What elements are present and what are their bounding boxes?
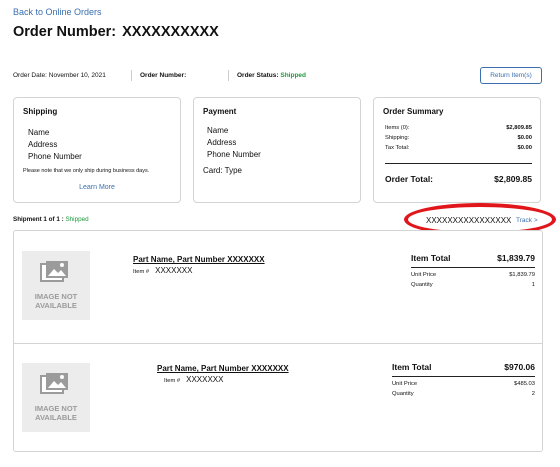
shipping-name: Name — [28, 128, 50, 137]
image-placeholder-icon — [40, 373, 68, 394]
order-number-label: Order Number: — [13, 24, 117, 40]
order-date: Order Date: November 10, 2021 — [13, 72, 123, 79]
payment-name: Name — [207, 126, 229, 135]
item-total-value: $970.06 — [504, 362, 535, 372]
shipment-box: IMAGE NOT AVAILABLE Part Name, Part Numb… — [13, 230, 543, 452]
payment-title: Payment — [203, 107, 237, 116]
order-summary-card: Order Summary Items (0): $2,809.85 Shipp… — [373, 97, 541, 203]
payment-card-type: Card: Type — [203, 166, 242, 175]
item-number-label: Item # — [133, 269, 150, 275]
meta-divider — [228, 70, 229, 81]
meta-divider — [131, 70, 132, 81]
shipping-card: Shipping Name Address Phone Number Pleas… — [13, 97, 181, 203]
card-type-value: Type — [224, 166, 242, 175]
item-number: Item # XXXXXXX — [133, 266, 192, 275]
summary-row-items: Items (0): $2,809.85 — [385, 125, 532, 131]
item-number: Item # XXXXXXX — [164, 375, 223, 384]
summary-row-tax: Tax Total: $0.00 — [385, 145, 532, 151]
image-caption-line: AVAILABLE — [35, 301, 77, 310]
quantity-label: Quantity — [411, 282, 433, 288]
shipping-title: Shipping — [23, 107, 58, 116]
item-number-value: XXXXXXX — [186, 375, 224, 384]
shipping-phone: Phone Number — [28, 152, 82, 161]
shipping-address: Name Address Phone Number — [28, 127, 82, 163]
return-items-button[interactable]: Return Item(s) — [480, 67, 542, 84]
back-to-orders-link[interactable]: Back to Online Orders — [13, 7, 102, 17]
order-number-value: XXXXXXXXXX — [122, 24, 219, 40]
item-total: Item Total $970.06 — [392, 362, 535, 377]
payment-address-line: Address — [207, 138, 237, 147]
unit-price-label: Unit Price — [392, 381, 418, 387]
product-image-placeholder: IMAGE NOT AVAILABLE — [22, 251, 90, 320]
item-total-label: Item Total — [411, 253, 451, 263]
unit-price-value: $1,839.79 — [509, 272, 535, 278]
summary-value: $2,809.85 — [506, 125, 532, 131]
order-total: Order Total: $2,809.85 — [385, 174, 532, 184]
meta-order-number: Order Number: — [140, 72, 220, 79]
image-not-available-text: IMAGE NOT AVAILABLE — [22, 292, 90, 310]
order-date-label: Order Date: — [13, 72, 47, 79]
item-total-value: $1,839.79 — [497, 253, 535, 263]
learn-more-link[interactable]: Learn More — [14, 184, 180, 191]
part-name-link[interactable]: Part Name, Part Number XXXXXXX — [133, 255, 265, 264]
order-meta-row: Order Date: November 10, 2021 Order Numb… — [13, 70, 306, 81]
shipment-header-label: Shipment 1 of 1 : — [13, 216, 64, 223]
unit-price-label: Unit Price — [411, 272, 437, 278]
item-price-block: Item Total $1,839.79 Unit Price $1,839.7… — [411, 253, 535, 288]
item-number-label: Item # — [164, 378, 181, 384]
image-caption-line: IMAGE NOT — [34, 292, 78, 301]
card-type-label: Card: — [203, 166, 223, 175]
meta-order-number-label: Order Number: — [140, 72, 187, 79]
quantity-label: Quantity — [392, 391, 414, 397]
summary-label: Items (0): — [385, 125, 410, 131]
shipping-note: Please note that we only ship during bus… — [23, 168, 150, 174]
unit-price-row: Unit Price $485.03 — [392, 381, 535, 387]
item-total-label: Item Total — [392, 362, 432, 372]
summary-value: $0.00 — [517, 135, 532, 141]
summary-divider — [385, 163, 532, 164]
unit-price-row: Unit Price $1,839.79 — [411, 272, 535, 278]
quantity-value: 1 — [531, 282, 535, 288]
shipping-address-line: Address — [28, 140, 58, 149]
payment-address: Name Address Phone Number — [207, 125, 261, 161]
image-placeholder-icon — [40, 261, 68, 282]
item-price-block: Item Total $970.06 Unit Price $485.03 Qu… — [392, 362, 535, 397]
image-not-available-text: IMAGE NOT AVAILABLE — [22, 404, 90, 422]
summary-row-shipping: Shipping: $0.00 — [385, 135, 532, 141]
order-date-value: November 10, 2021 — [48, 72, 106, 79]
order-total-label: Order Total: — [385, 174, 434, 184]
order-summary-title: Order Summary — [383, 107, 444, 116]
summary-label: Shipping: — [385, 135, 410, 141]
order-status: Order Status: Shipped — [237, 72, 306, 79]
summary-value: $0.00 — [517, 145, 532, 151]
quantity-value: 2 — [531, 391, 535, 397]
payment-phone: Phone Number — [207, 150, 261, 159]
product-image-placeholder: IMAGE NOT AVAILABLE — [22, 363, 90, 432]
image-caption-line: IMAGE NOT — [34, 404, 78, 413]
summary-label: Tax Total: — [385, 145, 410, 151]
quantity-row: Quantity 2 — [392, 391, 535, 397]
order-total-value: $2,809.85 — [494, 174, 532, 184]
item-total: Item Total $1,839.79 — [411, 253, 535, 268]
part-name-link[interactable]: Part Name, Part Number XXXXXXX — [157, 364, 289, 373]
unit-price-value: $485.03 — [514, 381, 535, 387]
quantity-row: Quantity 1 — [411, 282, 535, 288]
shipment-status: Shipped — [65, 216, 89, 223]
page-title: Order Number: XXXXXXXXXX — [13, 24, 219, 40]
item-divider — [14, 343, 542, 344]
item-number-value: XXXXXXX — [155, 266, 193, 275]
order-status-label: Order Status: — [237, 72, 279, 79]
order-status-value: Shipped — [280, 72, 306, 79]
shipment-header: Shipment 1 of 1 : Shipped — [13, 216, 89, 223]
payment-card: Payment Name Address Phone Number Card: … — [193, 97, 361, 203]
image-caption-line: AVAILABLE — [35, 413, 77, 422]
